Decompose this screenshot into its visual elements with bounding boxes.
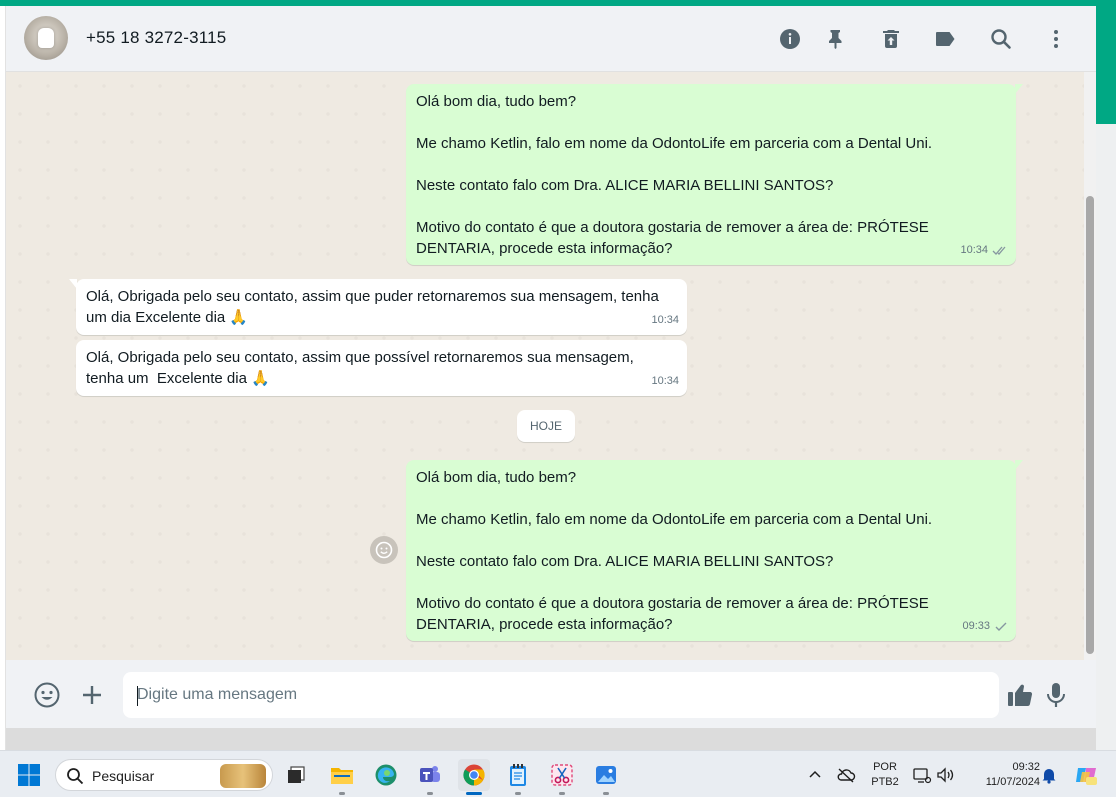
search-icon[interactable] [988, 26, 1014, 52]
thumbs-up-icon [1008, 684, 1033, 707]
voice-message-button[interactable] [1041, 680, 1071, 710]
smiley-icon [375, 541, 393, 559]
day-separator: HOJE [517, 410, 575, 442]
whatsapp-chat-window: +55 18 3272-3115 Olá bom dia, tudo bem? M… [6, 6, 1096, 728]
message-input[interactable] [123, 672, 999, 718]
double-check-icon [992, 246, 1006, 255]
message-line: um dia Excelente dia 🙏 [86, 309, 249, 326]
contact-avatar[interactable] [24, 16, 68, 60]
info-icon[interactable] [777, 26, 803, 52]
taskbar-task-view[interactable] [280, 759, 312, 791]
text-caret [137, 686, 138, 706]
message-meta: 10:34 [960, 240, 1008, 261]
folder-icon [331, 768, 353, 784]
message-line: Neste contato falo com Dra. ALICE MARIA … [416, 177, 834, 194]
message-meta: 09:33 [962, 616, 1008, 637]
message-line: Olá, Obrigada pelo seu contato, assim qu… [86, 288, 659, 305]
message-line: Me chamo Ketlin, falo em nome da OdontoL… [416, 511, 933, 528]
keyboard-layout: PTB2 [871, 776, 899, 788]
react-emoji-button[interactable] [370, 536, 398, 564]
taskbar-search-box[interactable]: Pesquisar [55, 759, 273, 791]
snipping-tool-icon [551, 764, 573, 786]
copilot-icon[interactable] [1073, 765, 1099, 785]
message-line: DENTARIA, procede esta informação? [416, 616, 673, 633]
right-panel-edge [1096, 6, 1116, 750]
message-line: tenha um Excelente dia 🙏 [86, 370, 270, 387]
notepad-icon [510, 764, 526, 786]
message-line: DENTARIA, procede esta informação? [416, 240, 673, 257]
volume-icon[interactable] [936, 765, 956, 785]
chat-scrollbar-thumb[interactable] [1086, 196, 1094, 654]
taskbar-notepad[interactable] [502, 759, 534, 795]
clock-time: 09:32 [1012, 761, 1040, 773]
search-icon [67, 768, 84, 785]
message-line: Neste contato falo com Dra. ALICE MARIA … [416, 553, 834, 570]
contact-name[interactable]: +55 18 3272-3115 [86, 28, 226, 48]
message-line: Motivo do contato é que a doutora gostar… [416, 595, 929, 612]
taskbar-snipping-tool[interactable] [546, 759, 578, 795]
taskbar-photos[interactable] [590, 759, 622, 795]
message-bubble-outgoing[interactable]: Olá bom dia, tudo bem? Me chamo Ketlin, f… [406, 460, 1023, 641]
pin-icon[interactable] [823, 26, 849, 52]
notifications-bell-icon[interactable] [1039, 765, 1059, 785]
message-text: Olá bom dia, tudo bem? Me chamo Ketlin, f… [416, 91, 1006, 259]
message-time: 10:34 [960, 244, 988, 256]
plus-icon [83, 686, 101, 704]
photos-icon [596, 766, 616, 784]
message-time: 10:34 [651, 375, 679, 387]
emoji-button[interactable] [32, 680, 62, 710]
message-line: Olá, Obrigada pelo seu contato, assim qu… [86, 349, 634, 366]
message-composer [6, 660, 1096, 728]
message-time: 10:34 [651, 314, 679, 326]
taskbar-clock[interactable]: 09:32 11/07/2024 [966, 760, 1040, 790]
message-line: Motivo do contato é que a doutora gostar… [416, 219, 929, 236]
teams-icon [420, 766, 440, 782]
taskbar-search-label: Pesquisar [92, 768, 155, 784]
message-time: 09:33 [962, 620, 990, 632]
message-text: Olá, Obrigada pelo seu contato, assim qu… [86, 347, 677, 389]
label-icon[interactable] [932, 26, 958, 52]
chat-header: +55 18 3272-3115 [6, 6, 1096, 72]
clock-date: 11/07/2024 [985, 776, 1040, 788]
menu-dots-icon[interactable] [1043, 26, 1069, 52]
message-text: Olá bom dia, tudo bem? Me chamo Ketlin, f… [416, 467, 1006, 635]
microphone-icon [1047, 683, 1065, 707]
windows-start-button[interactable] [17, 763, 41, 787]
windows-taskbar: Pesquisar POR PTB2 09:32 11/07/2024 [0, 750, 1116, 797]
chrome-icon [463, 764, 485, 786]
message-line: Olá bom dia, tudo bem? [416, 469, 577, 486]
edge-browser-icon [375, 764, 397, 786]
taskbar-file-explorer[interactable] [326, 759, 358, 795]
like-button[interactable] [1005, 680, 1035, 710]
message-bubble-outgoing[interactable]: Olá bom dia, tudo bem? Me chamo Ketlin, f… [406, 84, 1023, 265]
message-meta: 10:34 [651, 371, 679, 392]
emoji-icon [34, 682, 60, 708]
attach-button[interactable] [77, 680, 107, 710]
taskbar-chrome[interactable] [458, 759, 490, 795]
taskbar-edge[interactable] [370, 759, 402, 791]
message-bubble-incoming[interactable]: Olá, Obrigada pelo seu contato, assim qu… [69, 279, 687, 335]
message-line: Olá bom dia, tudo bem? [416, 93, 577, 110]
message-bubble-incoming[interactable]: Olá, Obrigada pelo seu contato, assim qu… [76, 340, 687, 396]
input-language-indicator[interactable]: POR PTB2 [870, 760, 900, 790]
taskbar-teams[interactable] [414, 759, 446, 795]
task-view-icon [288, 766, 305, 783]
message-line: Me chamo Ketlin, falo em nome da OdontoL… [416, 135, 933, 152]
tray-overflow-chevron-icon[interactable] [805, 765, 825, 785]
language-code: POR [873, 761, 897, 773]
onedrive-offline-icon[interactable] [836, 765, 856, 785]
search-highlight-image [220, 764, 266, 788]
network-icon[interactable] [912, 765, 932, 785]
single-check-icon [995, 622, 1007, 631]
message-text: Olá, Obrigada pelo seu contato, assim qu… [86, 286, 677, 328]
windows-logo-icon [18, 764, 40, 786]
delete-icon[interactable] [878, 26, 904, 52]
message-meta: 10:34 [651, 310, 679, 331]
